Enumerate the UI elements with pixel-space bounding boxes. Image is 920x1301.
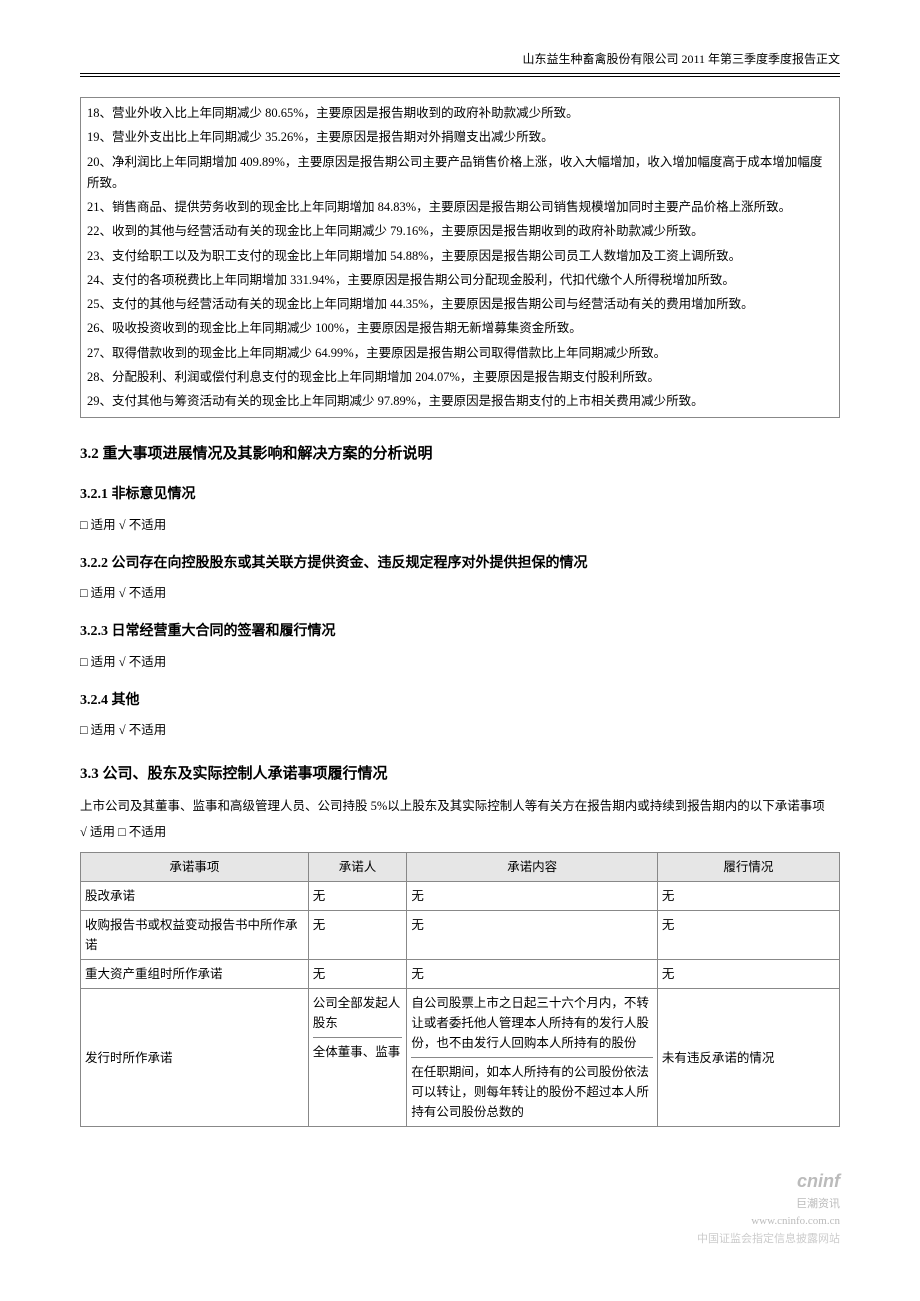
note-item: 21、销售商品、提供劳务收到的现金比上年同期增加 84.83%，主要原因是报告期…: [87, 197, 833, 218]
applicable-option: □ 适用 √ 不适用: [80, 583, 840, 603]
table-header-row: 承诺事项 承诺人 承诺内容 履行情况: [81, 853, 840, 882]
note-item: 25、支付的其他与经营活动有关的现金比上年同期增加 44.35%，主要原因是报告…: [87, 294, 833, 315]
note-item: 20、净利润比上年同期增加 409.89%，主要原因是报告期公司主要产品销售价格…: [87, 152, 833, 195]
cell: 无: [657, 960, 839, 989]
notes-box: 18、营业外收入比上年同期减少 80.65%，主要原因是报告期收到的政府补助款减…: [80, 97, 840, 418]
subcell-bottom: 全体董事、监事: [313, 1037, 403, 1062]
applicable-option: □ 适用 √ 不适用: [80, 720, 840, 740]
note-item: 22、收到的其他与经营活动有关的现金比上年同期减少 79.16%，主要原因是报告…: [87, 221, 833, 242]
footer-url: www.cninfo.com.cn: [751, 1215, 840, 1227]
cell: 无: [308, 911, 407, 960]
section-3-2-1: 3.2.1 非标意见情况: [80, 484, 840, 506]
footer-logo: cninf: [797, 1171, 840, 1191]
applicable-option: □ 适用 √ 不适用: [80, 515, 840, 535]
subcell-bottom: 在任职期间，如本人所持有的公司股份依法可以转让，则每年转让的股份不超过本人所持有…: [411, 1057, 652, 1122]
table-row: 重大资产重组时所作承诺 无 无 无: [81, 960, 840, 989]
cell: 无: [657, 911, 839, 960]
note-item: 26、吸收投资收到的现金比上年同期减少 100%，主要原因是报告期无新增募集资金…: [87, 318, 833, 339]
applicable-option: □ 适用 √ 不适用: [80, 652, 840, 672]
section-3-3: 3.3 公司、股东及实际控制人承诺事项履行情况: [80, 762, 840, 786]
table-row: 发行时所作承诺 公司全部发起人股东 全体董事、监事 自公司股票上市之日起三十六个…: [81, 989, 840, 1127]
header-rule: [80, 73, 840, 77]
cell: 无: [308, 960, 407, 989]
cell: 收购报告书或权益变动报告书中所作承诺: [81, 911, 309, 960]
note-item: 24、支付的各项税费比上年同期增加 331.94%，主要原因是报告期公司分配现金…: [87, 270, 833, 291]
section-3-2-2: 3.2.2 公司存在向控股股东或其关联方提供资金、违反规定程序对外提供担保的情况: [80, 553, 840, 575]
th-status: 履行情况: [657, 853, 839, 882]
note-item: 29、支付其他与筹资活动有关的现金比上年同期减少 97.89%，主要原因是报告期…: [87, 391, 833, 412]
footer: cninf 巨潮资讯 www.cninfo.com.cn 中国证监会指定信息披露…: [80, 1167, 840, 1249]
note-item: 18、营业外收入比上年同期减少 80.65%，主要原因是报告期收到的政府补助款减…: [87, 103, 833, 124]
th-content: 承诺内容: [407, 853, 657, 882]
subcell-top: 自公司股票上市之日起三十六个月内，不转让或者委托他人管理本人所持有的发行人股份，…: [411, 993, 652, 1053]
table-row: 股改承诺 无 无 无: [81, 882, 840, 911]
table-row: 收购报告书或权益变动报告书中所作承诺 无 无 无: [81, 911, 840, 960]
cell: 重大资产重组时所作承诺: [81, 960, 309, 989]
note-item: 27、取得借款收到的现金比上年同期减少 64.99%，主要原因是报告期公司取得借…: [87, 343, 833, 364]
footer-cn: 中国证监会指定信息披露网站: [697, 1233, 840, 1245]
subcell-top: 公司全部发起人股东: [313, 993, 403, 1033]
section-3-3-intro: 上市公司及其董事、监事和高级管理人员、公司持股 5%以上股东及其实际控制人等有关…: [80, 796, 840, 816]
note-item: 23、支付给职工以及为职工支付的现金比上年同期增加 54.88%，主要原因是报告…: [87, 246, 833, 267]
section-3-2: 3.2 重大事项进展情况及其影响和解决方案的分析说明: [80, 442, 840, 466]
cell: 无: [308, 882, 407, 911]
th-item: 承诺事项: [81, 853, 309, 882]
note-item: 28、分配股利、利润或偿付利息支付的现金比上年同期增加 204.07%，主要原因…: [87, 367, 833, 388]
th-person: 承诺人: [308, 853, 407, 882]
section-3-2-4: 3.2.4 其他: [80, 690, 840, 712]
note-item: 19、营业外支出比上年同期减少 35.26%，主要原因是报告期对外捐赠支出减少所…: [87, 127, 833, 148]
cell: 自公司股票上市之日起三十六个月内，不转让或者委托他人管理本人所持有的发行人股份，…: [407, 989, 657, 1127]
footer-subtitle: 巨潮资讯: [796, 1198, 840, 1210]
commitment-table: 承诺事项 承诺人 承诺内容 履行情况 股改承诺 无 无 无 收购报告书或权益变动…: [80, 852, 840, 1127]
cell: 发行时所作承诺: [81, 989, 309, 1127]
page-header: 山东益生种畜禽股份有限公司 2011 年第三季度季度报告正文: [80, 50, 840, 73]
applicable-option: √ 适用 □ 不适用: [80, 822, 840, 842]
cell: 无: [407, 882, 657, 911]
cell: 未有违反承诺的情况: [657, 989, 839, 1127]
cell: 股改承诺: [81, 882, 309, 911]
cell: 无: [407, 960, 657, 989]
section-3-2-3: 3.2.3 日常经营重大合同的签署和履行情况: [80, 621, 840, 643]
cell: 公司全部发起人股东 全体董事、监事: [308, 989, 407, 1127]
cell: 无: [657, 882, 839, 911]
cell: 无: [407, 911, 657, 960]
